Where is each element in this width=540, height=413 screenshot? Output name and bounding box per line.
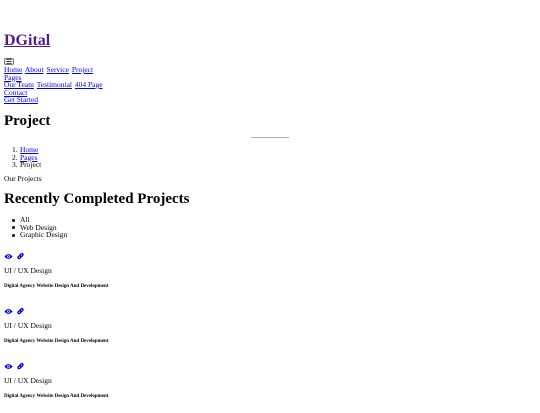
breadcrumb-item-current: 3. Project bbox=[12, 160, 42, 169]
section-subtitle: Our Projects bbox=[4, 174, 42, 183]
nav-item-404-page[interactable]: 404 Page bbox=[75, 80, 103, 89]
breadcrumb: 1. Home 2. Pages 3. Project bbox=[12, 146, 42, 169]
filter-graphic-design[interactable]: Graphic Design bbox=[11, 231, 67, 239]
get-started-button[interactable]: Get Started bbox=[4, 95, 38, 104]
project-filter-list: All Web Design Graphic Design bbox=[11, 216, 67, 239]
project-title: Digital Agency Website Design And Develo… bbox=[4, 394, 109, 399]
nav-item-about[interactable]: About bbox=[25, 65, 44, 74]
brand-logo-link[interactable]: DGital bbox=[4, 33, 50, 49]
title-divider bbox=[251, 137, 289, 138]
project-category: UI / UX Design bbox=[4, 266, 52, 275]
project-actions bbox=[4, 308, 24, 316]
project-category: UI / UX Design bbox=[4, 321, 52, 330]
project-card: UI / UX Design Digital Agency Website De… bbox=[4, 363, 304, 413]
nav-item-service[interactable]: Service bbox=[46, 65, 69, 74]
nav-item-testimonial[interactable]: Testimonial bbox=[37, 80, 72, 89]
breadcrumb-current-label: Project bbox=[20, 160, 42, 169]
menu-toggle-button[interactable]: ☰ bbox=[4, 58, 14, 66]
project-actions bbox=[4, 253, 24, 261]
project-actions bbox=[4, 363, 24, 371]
project-category: UI / UX Design bbox=[4, 376, 52, 385]
section-title: Recently Completed Projects bbox=[4, 191, 190, 207]
nav-item-project[interactable]: Project bbox=[72, 65, 93, 74]
nav-cta-row: Get Started bbox=[4, 96, 39, 104]
page-title: Project bbox=[4, 113, 51, 129]
project-title: Digital Agency Website Design And Develo… bbox=[4, 339, 109, 344]
project-card: UI / UX Design Digital Agency Website De… bbox=[4, 308, 304, 358]
project-title: Digital Agency Website Design And Develo… bbox=[4, 284, 109, 289]
project-card: UI / UX Design Digital Agency Website De… bbox=[4, 253, 304, 303]
